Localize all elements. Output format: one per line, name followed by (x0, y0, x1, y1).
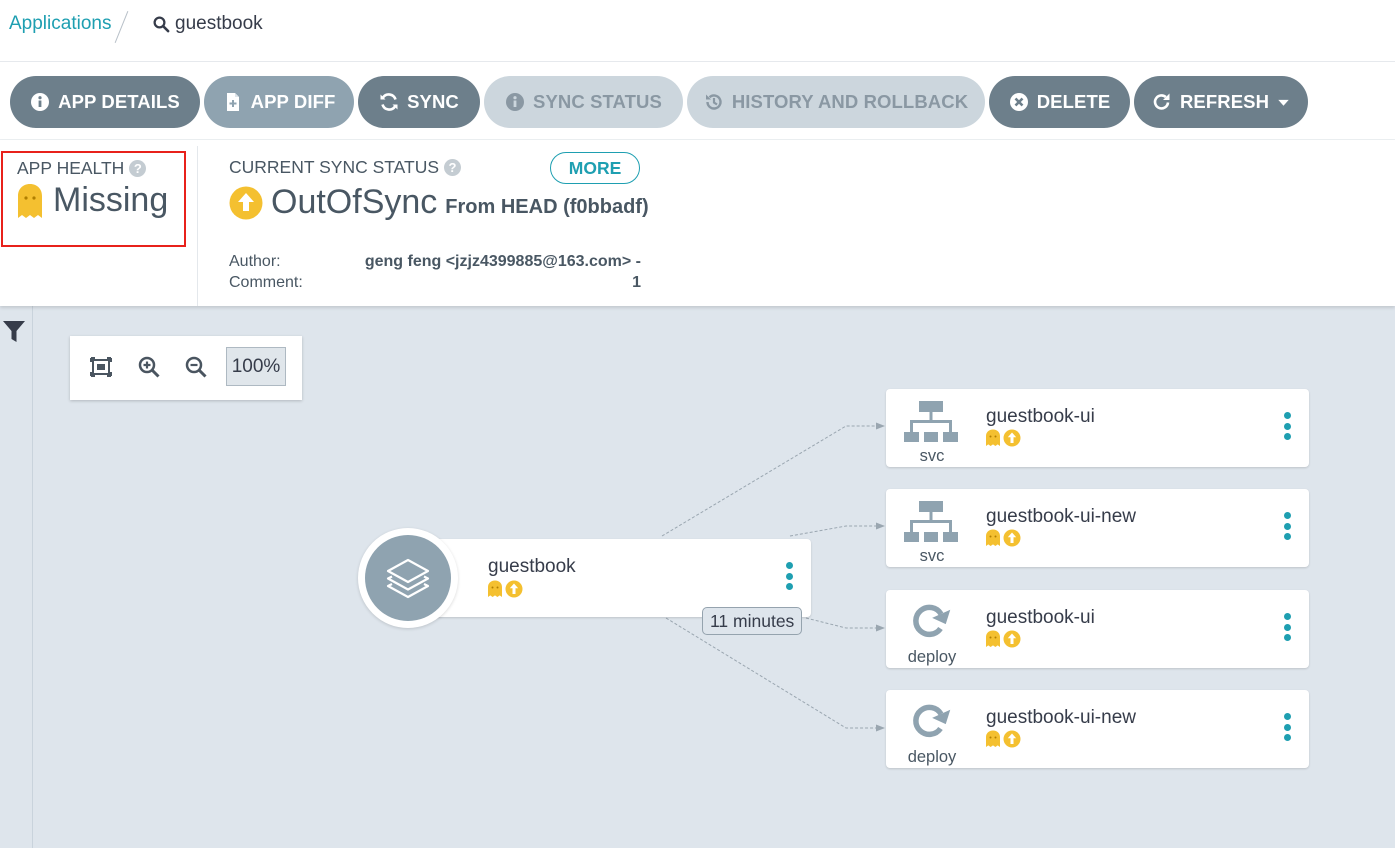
sync-label: SYNC (407, 91, 459, 112)
resource-name: guestbook-ui-new (986, 506, 1136, 527)
resource-name: guestbook-ui (986, 406, 1095, 427)
delete-button[interactable]: DELETE (989, 76, 1130, 128)
app-node-name: guestbook (488, 556, 576, 577)
app-health-title-text: APP HEALTH (17, 158, 125, 178)
breadcrumb-applications-link[interactable]: Applications (9, 13, 111, 35)
sync-status-label: SYNC STATUS (533, 91, 662, 112)
resource-kind-label: svc (919, 547, 945, 565)
app-node-menu-icon[interactable] (784, 562, 794, 594)
resource-status-badges (985, 730, 1021, 748)
app-health-title: APP HEALTH ? (17, 158, 147, 179)
commit-meta: Author: geng feng <jzjz4399885@163.com> -… (229, 253, 641, 295)
refresh-icon (1153, 93, 1170, 110)
resource-menu-icon[interactable] (1282, 713, 1292, 745)
sync-status-title-text: CURRENT SYNC STATUS (229, 157, 440, 177)
resource-node-deploy-guestbook-ui[interactable]: deploy guestbook-ui (886, 590, 1309, 668)
resource-kind-label: deploy (907, 648, 957, 666)
resource-status-badges (985, 429, 1021, 447)
arrow-up-circle-icon (1003, 429, 1021, 447)
sync-status-title: CURRENT SYNC STATUS ? (229, 157, 462, 178)
arrow-up-circle-icon (229, 186, 263, 219)
app-health-status: Missing (53, 181, 169, 219)
app-node-icon-circle (358, 528, 458, 628)
resource-name: guestbook-ui-new (986, 707, 1136, 728)
sync-revision: From HEAD (f0bbadf) (445, 196, 649, 218)
resource-kind-label: svc (919, 447, 945, 465)
breadcrumb-current-label: guestbook (175, 13, 263, 34)
edge-app-to-svc-ui (661, 425, 878, 537)
breadcrumb: Applications guestbook (0, 0, 1395, 62)
edge-app-to-deploy-ui (805, 617, 878, 629)
resource-node-svc-guestbook-ui-new[interactable]: svc guestbook-ui-new (886, 489, 1309, 567)
resource-kind-label: deploy (907, 748, 957, 766)
resource-menu-icon[interactable] (1282, 512, 1292, 544)
app-node[interactable]: guestbook (410, 539, 811, 617)
app-diff-button[interactable]: APP DIFF (204, 76, 354, 128)
comment-label: Comment: (229, 274, 303, 291)
resource-menu-icon[interactable] (1282, 613, 1292, 645)
sync-status-button[interactable]: SYNC STATUS (484, 76, 683, 128)
ghost-icon (488, 580, 502, 597)
edge-app-to-svc-ui-new (789, 525, 878, 537)
app-diff-label: APP DIFF (250, 91, 336, 112)
sync-icon (380, 93, 398, 111)
help-icon[interactable]: ? (444, 159, 462, 176)
delete-label: DELETE (1036, 91, 1111, 112)
sync-status-panel: CURRENT SYNC STATUS ? MORE OutOfSync Fro… (229, 152, 649, 295)
ghost-icon (986, 529, 1000, 546)
resource-status-badges (985, 529, 1021, 547)
breadcrumb-current: guestbook (152, 13, 263, 35)
arrow-up-circle-icon (1003, 730, 1021, 748)
arrow-up-circle-icon (1003, 529, 1021, 547)
author-label: Author: (229, 253, 281, 270)
deployment-icon (913, 704, 951, 738)
refresh-button[interactable]: REFRESH (1134, 76, 1308, 128)
resource-graph-canvas[interactable]: 100% guestbook 11 minutes svc guestbook-… (0, 306, 1395, 848)
resource-name: guestbook-ui (986, 607, 1095, 628)
history-rollback-label: HISTORY AND ROLLBACK (731, 91, 969, 112)
author-value: geng feng <jzjz4399885@163.com> - (364, 253, 641, 270)
history-rollback-button[interactable]: HISTORY AND ROLLBACK (687, 76, 985, 128)
service-icon (904, 401, 958, 442)
layers-icon (386, 558, 430, 599)
info-icon (31, 93, 50, 111)
sync-status-value: OutOfSync From HEAD (f0bbadf) (229, 183, 649, 222)
app-details-button[interactable]: APP DETAILS (10, 76, 200, 128)
resource-node-deploy-guestbook-ui-new[interactable]: deploy guestbook-ui-new (886, 690, 1309, 768)
service-icon (904, 501, 958, 542)
app-health-value: Missing (17, 181, 168, 220)
app-node-status-badges (487, 580, 523, 598)
resource-status-badges (985, 630, 1021, 648)
deployment-icon (913, 604, 951, 638)
sync-status-text: OutOfSync (271, 183, 438, 221)
file-diff-icon (226, 93, 239, 111)
panel-divider (197, 146, 198, 306)
action-toolbar: APP DETAILS APP DIFF SYNC SYNC STATUS HI… (0, 62, 1395, 140)
app-health-panel: APP HEALTH ? Missing (1, 151, 186, 247)
info-icon (506, 93, 525, 111)
breadcrumb-separator (114, 11, 129, 43)
status-panel: APP HEALTH ? Missing CURRENT SYNC STATUS… (0, 140, 1395, 306)
ghost-icon (986, 630, 1000, 647)
app-node-age-badge: 11 minutes (702, 607, 803, 635)
history-icon (705, 94, 722, 110)
ghost-icon (986, 730, 1000, 747)
resource-menu-icon[interactable] (1282, 412, 1292, 444)
resource-node-svc-guestbook-ui[interactable]: svc guestbook-ui (886, 389, 1309, 467)
ghost-icon (986, 429, 1000, 446)
ghost-icon (18, 183, 42, 218)
more-button[interactable]: MORE (550, 152, 640, 184)
refresh-label: REFRESH (1179, 91, 1270, 112)
arrow-up-circle-icon (1003, 630, 1021, 648)
app-details-label: APP DETAILS (58, 91, 180, 112)
arrow-up-circle-icon (505, 580, 523, 598)
caret-down-icon (1278, 99, 1289, 106)
comment-value: 1 (632, 274, 641, 291)
search-icon (153, 16, 170, 33)
sync-button[interactable]: SYNC (358, 76, 480, 128)
help-icon[interactable]: ? (129, 160, 147, 177)
close-circle-icon (1009, 93, 1028, 111)
